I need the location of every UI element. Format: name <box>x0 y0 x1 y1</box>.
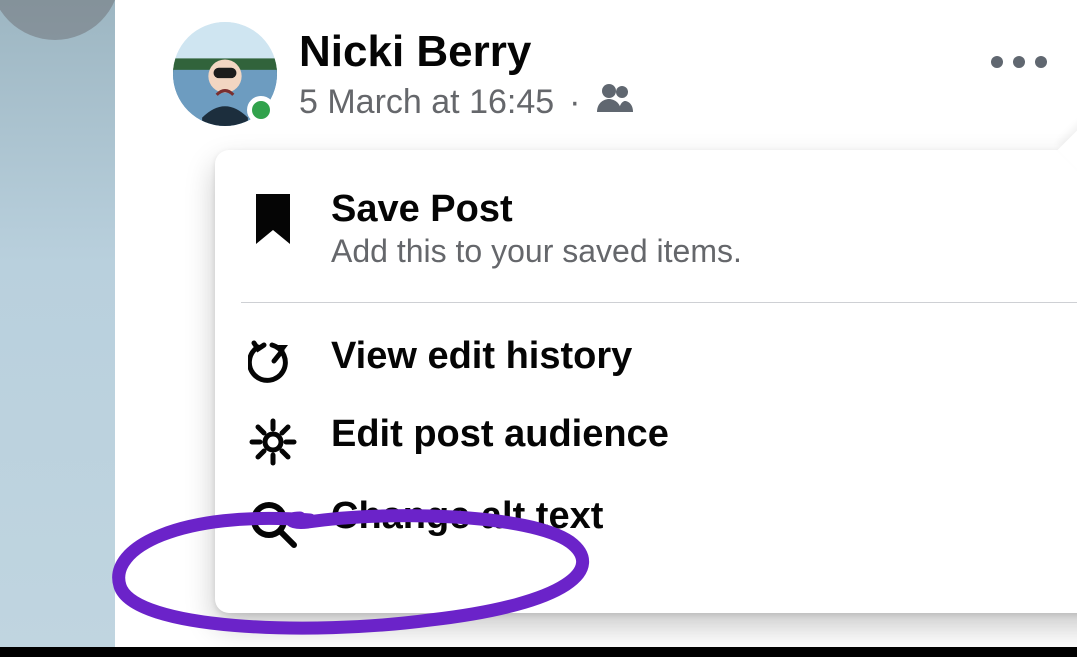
menu-item-subtitle: Add this to your saved items. <box>331 233 742 270</box>
background-shadow <box>0 0 120 40</box>
menu-item-change-alt-text[interactable]: Change alt text <box>233 481 1077 563</box>
edit-history-icon <box>245 335 301 385</box>
menu-item-title: View edit history <box>331 335 632 378</box>
post-timestamp[interactable]: 5 March at 16:45 <box>299 83 554 122</box>
bottom-border <box>0 647 1077 657</box>
post-meta: 5 March at 16:45 · <box>299 82 635 123</box>
menu-item-title: Change alt text <box>331 495 603 538</box>
post-card: Nicki Berry 5 March at 16:45 · <box>115 0 1077 657</box>
separator-dot: · <box>564 83 585 122</box>
online-status-icon <box>247 96 275 124</box>
search-icon <box>245 495 301 549</box>
background-strip <box>0 0 115 657</box>
post-options-button[interactable] <box>991 56 1047 68</box>
post-header: Nicki Berry 5 March at 16:45 · <box>115 0 1077 126</box>
audience-icon[interactable] <box>595 82 635 123</box>
bookmark-icon <box>245 188 301 246</box>
menu-item-view-edit-history[interactable]: View edit history <box>233 321 1077 399</box>
menu-item-title: Save Post <box>331 188 742 231</box>
author-name[interactable]: Nicki Berry <box>299 28 635 76</box>
menu-item-title: Edit post audience <box>331 413 669 456</box>
gear-icon <box>245 413 301 467</box>
menu-item-save-post[interactable]: Save Post Add this to your saved items. <box>233 174 1077 284</box>
author-avatar[interactable] <box>173 22 277 126</box>
menu-divider <box>241 302 1077 303</box>
post-options-menu: Save Post Add this to your saved items. … <box>215 150 1077 613</box>
menu-item-edit-audience[interactable]: Edit post audience <box>233 399 1077 481</box>
